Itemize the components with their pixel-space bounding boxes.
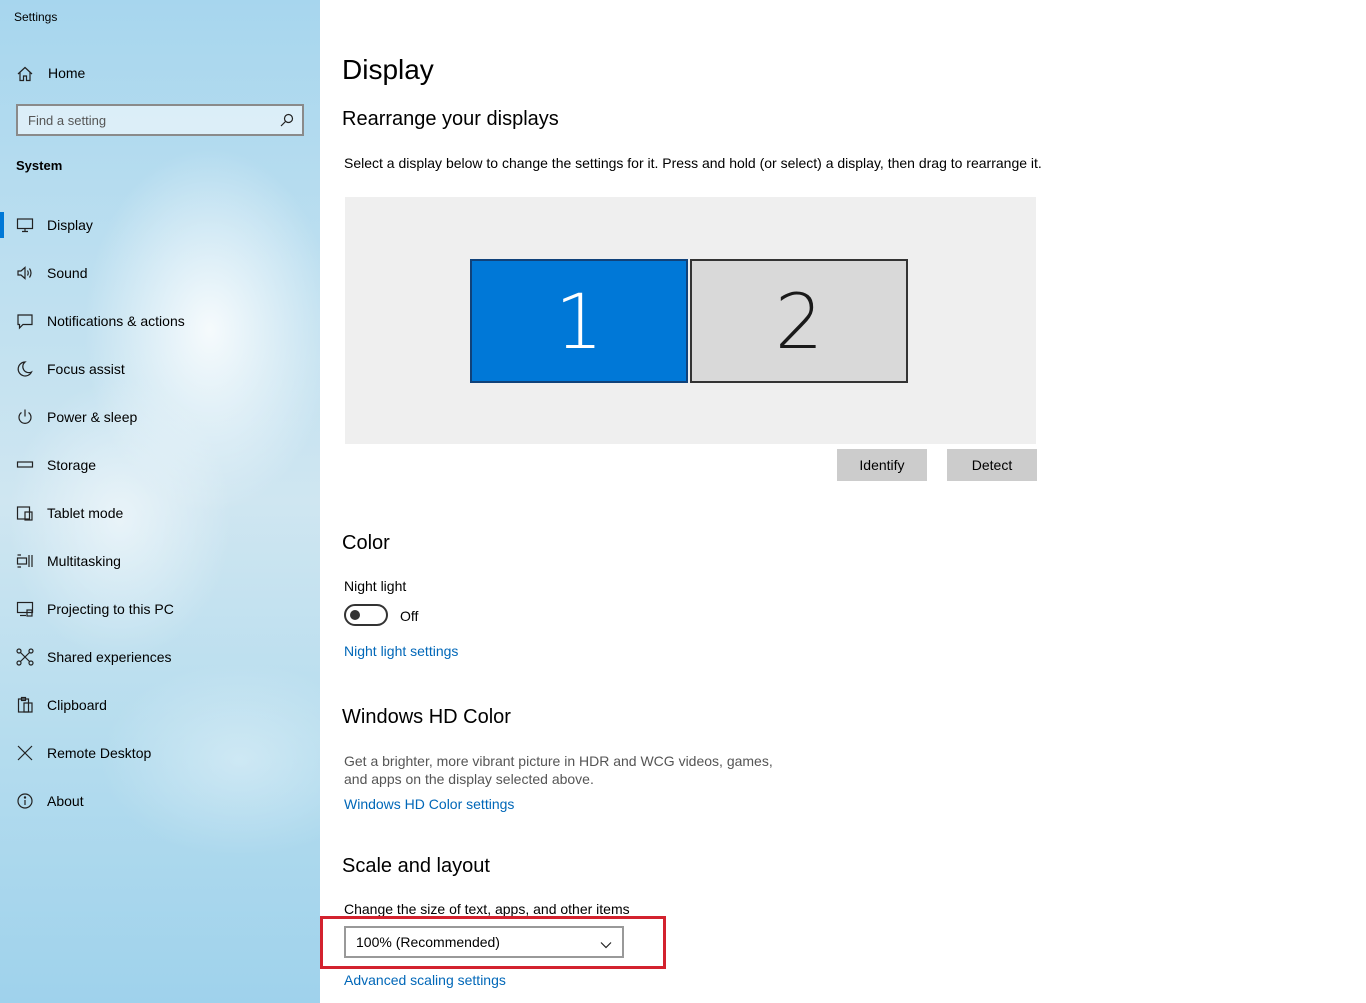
sidebar-item-power-sleep[interactable]: Power & sleep (0, 400, 320, 448)
remote-desktop-icon (16, 744, 34, 762)
active-indicator (0, 212, 4, 238)
sidebar: Settings Home System Display (0, 0, 320, 1003)
sidebar-item-storage[interactable]: Storage (0, 448, 320, 496)
hd-color-description-line1: Get a brighter, more vibrant picture in … (344, 753, 773, 769)
toggle-knob (350, 610, 360, 620)
home-icon (16, 65, 34, 83)
sidebar-item-clipboard[interactable]: Clipboard (0, 688, 320, 736)
home-label: Home (48, 65, 86, 81)
moon-icon (16, 360, 34, 378)
sidebar-item-multitasking[interactable]: Multitasking (0, 544, 320, 592)
detect-button[interactable]: Detect (947, 449, 1037, 481)
night-light-label: Night light (344, 578, 407, 594)
night-light-settings-link[interactable]: Night light settings (344, 643, 458, 659)
app-title: Settings (14, 10, 58, 24)
section-label-system: System (16, 158, 63, 173)
sidebar-item-remote-desktop[interactable]: Remote Desktop (0, 736, 320, 784)
projecting-icon (16, 600, 34, 618)
rearrange-description: Select a display below to change the set… (344, 155, 1042, 171)
sidebar-item-label: Notifications & actions (47, 313, 185, 329)
multitasking-icon (16, 552, 34, 570)
main-content: Display Rearrange your displays Select a… (320, 0, 1366, 1003)
tablet-icon (16, 504, 34, 522)
display-2-tile[interactable]: 2 (690, 259, 908, 383)
search-icon[interactable] (280, 113, 294, 127)
clipboard-icon (16, 696, 34, 714)
sidebar-item-about[interactable]: About (0, 784, 320, 832)
sidebar-item-focus-assist[interactable]: Focus assist (0, 352, 320, 400)
scale-dropdown[interactable]: 100% (Recommended) (344, 926, 624, 958)
sidebar-item-label: Remote Desktop (47, 745, 152, 761)
hd-color-heading: Windows HD Color (342, 706, 511, 728)
sidebar-item-label: Projecting to this PC (47, 601, 174, 617)
nav-list: Display Sound Notifications & actions Fo… (0, 208, 320, 832)
sidebar-item-label: Focus assist (47, 361, 125, 377)
sidebar-item-tablet-mode[interactable]: Tablet mode (0, 496, 320, 544)
sidebar-item-label: Clipboard (47, 697, 107, 713)
sidebar-item-label: Sound (47, 265, 88, 281)
night-light-state: Off (400, 608, 419, 624)
speaker-icon (16, 264, 34, 282)
hd-color-description-line2: and apps on the display selected above. (344, 771, 594, 787)
shared-experiences-icon (16, 648, 34, 666)
search-box[interactable] (16, 104, 304, 136)
night-light-toggle[interactable] (344, 604, 388, 626)
sidebar-item-label: Multitasking (47, 553, 121, 569)
sidebar-item-sound[interactable]: Sound (0, 256, 320, 304)
sidebar-item-label: Tablet mode (47, 505, 124, 521)
sidebar-item-label: About (47, 793, 84, 809)
sidebar-item-projecting[interactable]: Projecting to this PC (0, 592, 320, 640)
sidebar-item-label: Shared experiences (47, 649, 172, 665)
display-1-tile[interactable]: 1 (470, 259, 688, 383)
sidebar-item-display[interactable]: Display (0, 208, 320, 256)
home-nav-item[interactable]: Home (0, 58, 320, 90)
info-icon (16, 792, 34, 810)
search-input[interactable] (18, 106, 268, 134)
sidebar-item-label: Storage (47, 457, 97, 473)
page-title: Display (342, 54, 434, 85)
sidebar-item-label: Display (47, 217, 93, 233)
chevron-down-icon (600, 937, 612, 949)
display-arrangement-area[interactable]: 1 2 (345, 197, 1036, 444)
storage-icon (16, 456, 34, 474)
monitor-icon (16, 216, 34, 234)
rearrange-heading: Rearrange your displays (342, 108, 559, 130)
sidebar-item-shared-experiences[interactable]: Shared experiences (0, 640, 320, 688)
identify-button[interactable]: Identify (837, 449, 927, 481)
scale-size-label: Change the size of text, apps, and other… (344, 901, 630, 917)
power-icon (16, 408, 34, 426)
settings-window: Settings Home System Display (0, 0, 1366, 1003)
advanced-scaling-link[interactable]: Advanced scaling settings (344, 972, 506, 988)
hd-color-settings-link[interactable]: Windows HD Color settings (344, 796, 514, 812)
notification-icon (16, 312, 34, 330)
scale-dropdown-value: 100% (Recommended) (356, 934, 500, 950)
sidebar-item-notifications[interactable]: Notifications & actions (0, 304, 320, 352)
sidebar-item-label: Power & sleep (47, 409, 138, 425)
color-heading: Color (342, 532, 390, 554)
scale-heading: Scale and layout (342, 855, 490, 877)
